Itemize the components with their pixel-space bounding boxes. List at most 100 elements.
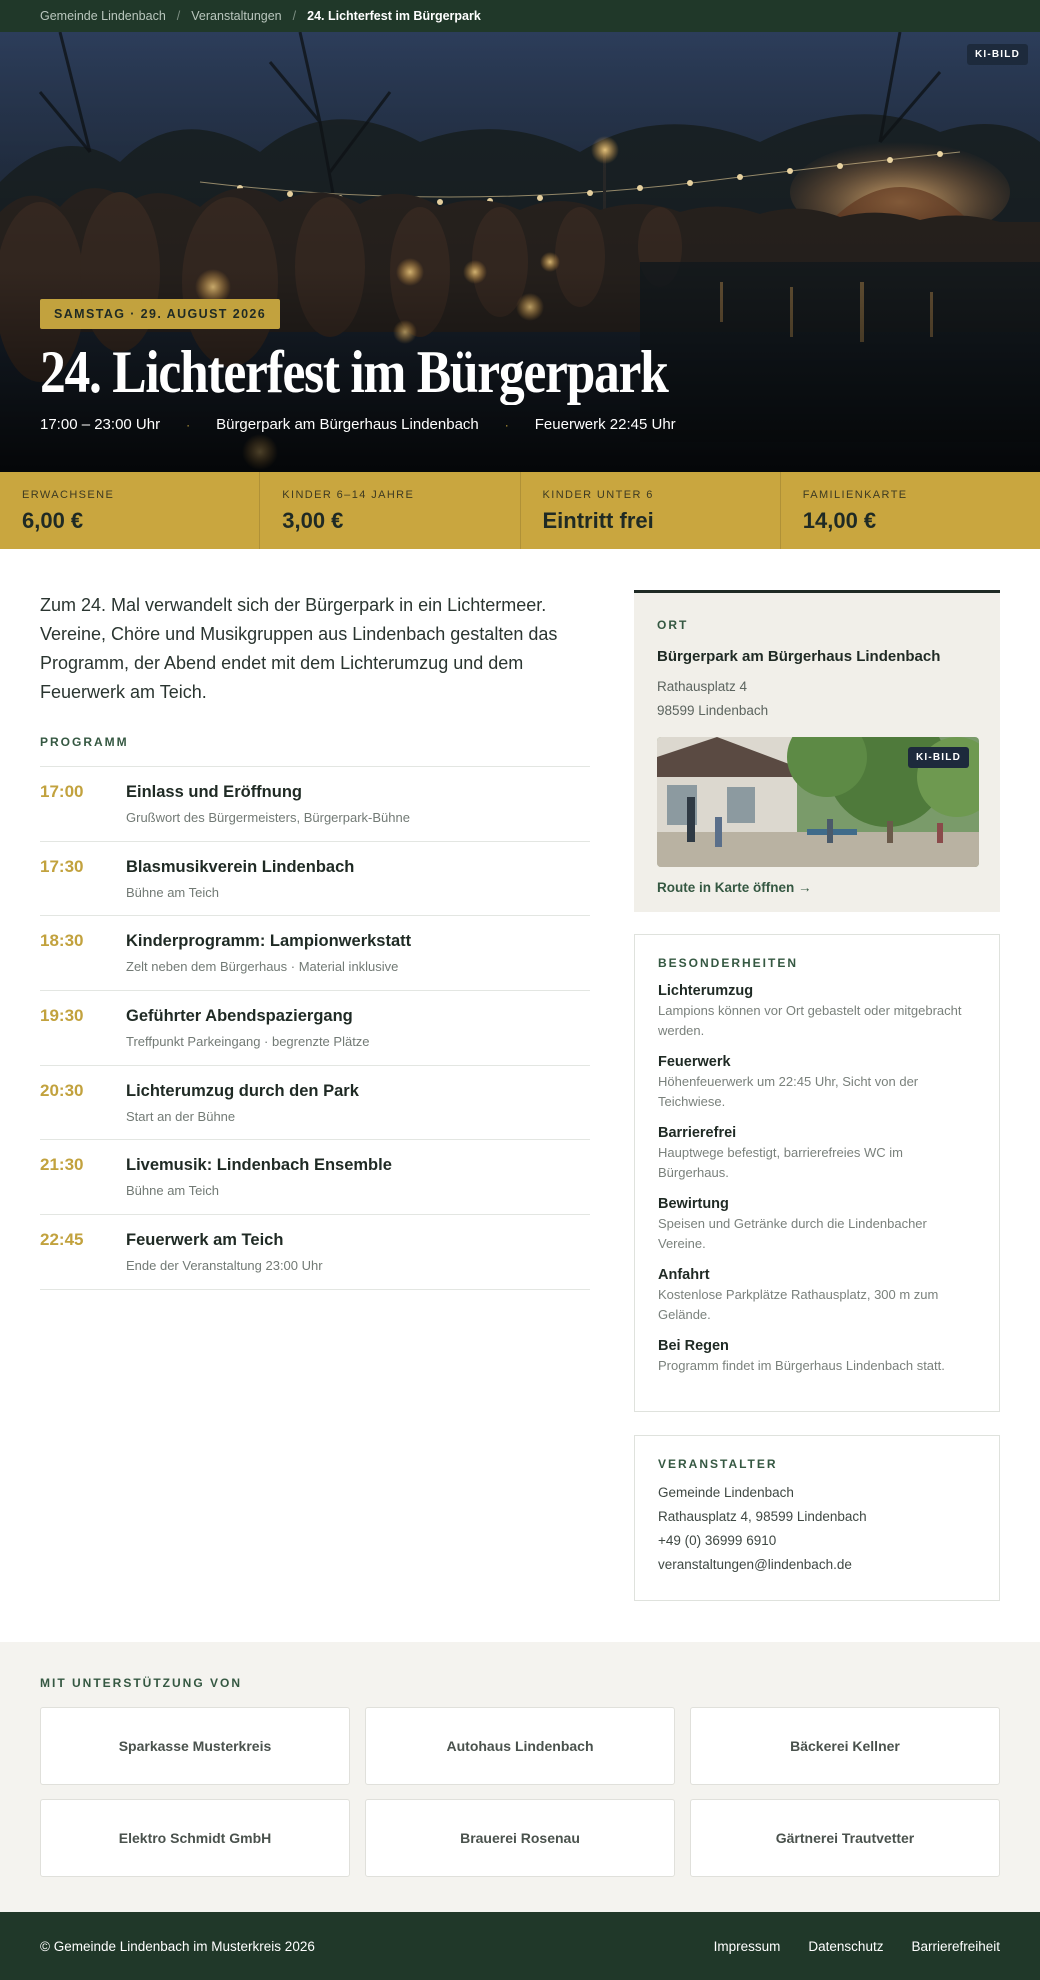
sponsor-tile: Elektro Schmidt GmbH <box>40 1799 350 1877</box>
organizer-address: Rathausplatz 4, 98599 Lindenbach <box>658 1509 867 1524</box>
program-title: Blasmusikverein Lindenbach <box>126 857 355 876</box>
price-label: KINDER 6–14 JAHRE <box>282 489 415 501</box>
features-card: BESONDERHEITEN Lichterumzug Lampions kön… <box>634 934 1000 1412</box>
program-subtitle: Start an der Bühne <box>126 1108 236 1124</box>
feature-description: Kostenlose Parkplätze Rathausplatz, 300 … <box>658 1287 939 1322</box>
program-list: 17:00 Einlass und Eröffnung Grußwort des… <box>40 766 590 1290</box>
breadcrumb: Gemeinde Lindenbach / Veranstaltungen / … <box>0 0 1040 32</box>
program-title: Feuerwerk am Teich <box>126 1231 284 1250</box>
price-value: 3,00 € <box>282 508 344 533</box>
program-item: 20:30 Lichterumzug durch den Park Start … <box>40 1066 590 1141</box>
program-time: 22:45 <box>40 1230 84 1250</box>
program-heading: PROGRAMM <box>40 735 129 749</box>
location-card: ORT Bürgerpark am Bürgerhaus Lindenbach … <box>634 590 1000 912</box>
program-title: Kinderprogramm: Lampionwerkstatt <box>126 932 412 951</box>
organizer-heading: VERANSTALTER <box>658 1457 778 1471</box>
page-title: 24. Lichterfest im Bürgerpark <box>40 339 669 405</box>
event-meta: 17:00 – 23:00 Uhr · Bürgerpark am Bürger… <box>40 416 676 433</box>
price-value: 6,00 € <box>22 508 84 533</box>
event-location: Bürgerpark am Bürgerhaus Lindenbach <box>216 416 479 433</box>
sponsor-tile: Brauerei Rosenau <box>365 1799 675 1877</box>
feature-title: Bewirtung <box>658 1196 729 1212</box>
feature-description: Höhenfeuerwerk um 22:45 Uhr, Sicht von d… <box>658 1074 919 1109</box>
location-address: Rathausplatz 4 98599 Lindenbach <box>657 675 977 723</box>
sponsor-tile: Sparkasse Musterkreis <box>40 1707 350 1785</box>
location-name: Bürgerpark am Bürgerhaus Lindenbach <box>657 648 941 665</box>
feature-title: Anfahrt <box>658 1267 710 1283</box>
price-family: FAMILIENKARTE 14,00 € <box>781 472 1040 549</box>
price-band: ERWACHSENE 6,00 € KINDER 6–14 JAHRE 3,00… <box>0 472 1040 549</box>
program-subtitle: Zelt neben dem Bürgerhaus · Material ink… <box>126 959 399 975</box>
program-title: Einlass und Eröffnung <box>126 783 302 801</box>
program-subtitle: Treffpunkt Parkeingang · begrenzte Plätz… <box>126 1034 370 1050</box>
feature-item: Feuerwerk Höhenfeuerwerk um 22:45 Uhr, S… <box>658 1054 976 1112</box>
feature-item: Lichterumzug Lampions können vor Ort geb… <box>658 983 976 1041</box>
breadcrumb-separator: / <box>176 9 181 23</box>
organizer-email[interactable]: veranstaltungen@lindenbach.de <box>658 1553 976 1577</box>
hero: KI-BILD SAMSTAG · 29. AUGUST 2026 24. Li… <box>0 32 1040 472</box>
feature-title: Feuerwerk <box>658 1054 731 1070</box>
feature-item: Barrierefrei Hauptwege befestigt, barrie… <box>658 1125 976 1183</box>
program-time: 17:30 <box>40 856 84 876</box>
price-label: ERWACHSENE <box>22 489 115 501</box>
ki-image-badge: KI-BILD <box>907 747 969 768</box>
event-fireworks: Feuerwerk 22:45 Uhr <box>534 416 676 433</box>
breadcrumb-link-veranstaltungen[interactable]: Veranstaltungen <box>191 9 281 23</box>
feature-description: Hauptwege befestigt, barrierefreies WC i… <box>658 1145 903 1180</box>
sponsors-heading: MIT UNTERSTÜTZUNG VON <box>40 1676 242 1690</box>
program-item: 17:00 Einlass und Eröffnung Grußwort des… <box>40 767 590 842</box>
feature-description: Programm findet im Bürgerhaus Lindenbach… <box>658 1358 945 1373</box>
location-heading: ORT <box>657 618 689 632</box>
price-adults: ERWACHSENE 6,00 € <box>0 472 261 549</box>
feature-title: Lichterumzug <box>658 983 754 999</box>
sponsors-section: MIT UNTERSTÜTZUNG VON Sparkasse Musterkr… <box>0 1642 1040 1912</box>
organizer-name: Gemeinde Lindenbach <box>658 1485 794 1500</box>
footer: © Gemeinde Lindenbach im Musterkreis 202… <box>0 1912 1040 1980</box>
program-time: 18:30 <box>40 931 84 951</box>
price-children: KINDER 6–14 JAHRE 3,00 € <box>260 472 521 549</box>
program-time: 17:00 <box>40 782 84 801</box>
feature-item: Anfahrt Kostenlose Parkplätze Rathauspla… <box>658 1267 976 1325</box>
footer-link-barrierefreiheit[interactable]: Barrierefreiheit <box>911 1939 1000 1954</box>
sponsor-tile: Gärtnerei Trautvetter <box>690 1799 1000 1877</box>
features-heading: BESONDERHEITEN <box>658 956 799 970</box>
price-small-children: KINDER UNTER 6 Eintritt frei <box>521 472 781 549</box>
event-date-badge: SAMSTAG · 29. AUGUST 2026 <box>40 299 281 329</box>
feature-item: Bewirtung Speisen und Getränke durch die… <box>658 1196 976 1254</box>
ki-image-badge: KI-BILD <box>966 44 1028 65</box>
program-item: 18:30 Kinderprogramm: Lampionwerkstatt Z… <box>40 916 590 992</box>
organizer-card: VERANSTALTER Gemeinde Lindenbach Rathaus… <box>634 1435 1000 1601</box>
program-subtitle: Bühne am Teich <box>126 884 219 900</box>
feature-description: Lampions können vor Ort gebastelt oder m… <box>658 1003 962 1038</box>
program-title: Lichterumzug durch den Park <box>126 1081 359 1100</box>
feature-item: Bei Regen Programm findet im Bürgerhaus … <box>658 1338 976 1376</box>
location-image: KI-BILD <box>657 737 979 867</box>
price-value: Eintritt frei <box>542 508 654 533</box>
breadcrumb-separator: / <box>292 9 297 23</box>
organizer-phone[interactable]: +49 (0) 36999 6910 <box>658 1529 976 1553</box>
breadcrumb-link-gemeinde[interactable]: Gemeinde Lindenbach <box>40 9 166 23</box>
location-street: Rathausplatz 4 <box>657 679 748 694</box>
program-subtitle: Ende der Veranstaltung 23:00 Uhr <box>126 1258 323 1274</box>
price-label: KINDER UNTER 6 <box>542 489 654 501</box>
program-item: 22:45 Feuerwerk am Teich Ende der Verans… <box>40 1215 590 1290</box>
location-city: 98599 Lindenbach <box>657 703 769 718</box>
program-subtitle: Bühne am Teich <box>126 1183 219 1199</box>
program-subtitle: Grußwort des Bürgermeisters, Bürgerpark-… <box>126 810 410 825</box>
feature-description: Speisen und Getränke durch die Lindenbac… <box>658 1216 927 1251</box>
program-title: Livemusik: Lindenbach Ensemble <box>126 1156 392 1175</box>
footer-link-impressum[interactable]: Impressum <box>714 1939 781 1954</box>
footer-link-datenschutz[interactable]: Datenschutz <box>808 1939 883 1954</box>
footer-links: Impressum Datenschutz Barrierefreiheit <box>714 1939 1000 1954</box>
program-item: 21:30 Livemusik: Lindenbach Ensemble Büh… <box>40 1140 590 1216</box>
program-time: 20:30 <box>40 1080 84 1100</box>
route-map-link[interactable]: Route in Karte öffnen → <box>657 880 812 895</box>
feature-title: Bei Regen <box>658 1338 729 1354</box>
price-value: 14,00 € <box>802 508 877 533</box>
meta-separator: · <box>504 417 509 432</box>
feature-title: Barrierefrei <box>658 1125 737 1141</box>
program-title: Geführter Abendspaziergang <box>126 1007 353 1026</box>
event-time: 17:00 – 23:00 Uhr <box>40 416 161 433</box>
sponsor-tile: Bäckerei Kellner <box>690 1707 1000 1785</box>
program-item: 19:30 Geführter Abendspaziergang Treffpu… <box>40 991 590 1066</box>
